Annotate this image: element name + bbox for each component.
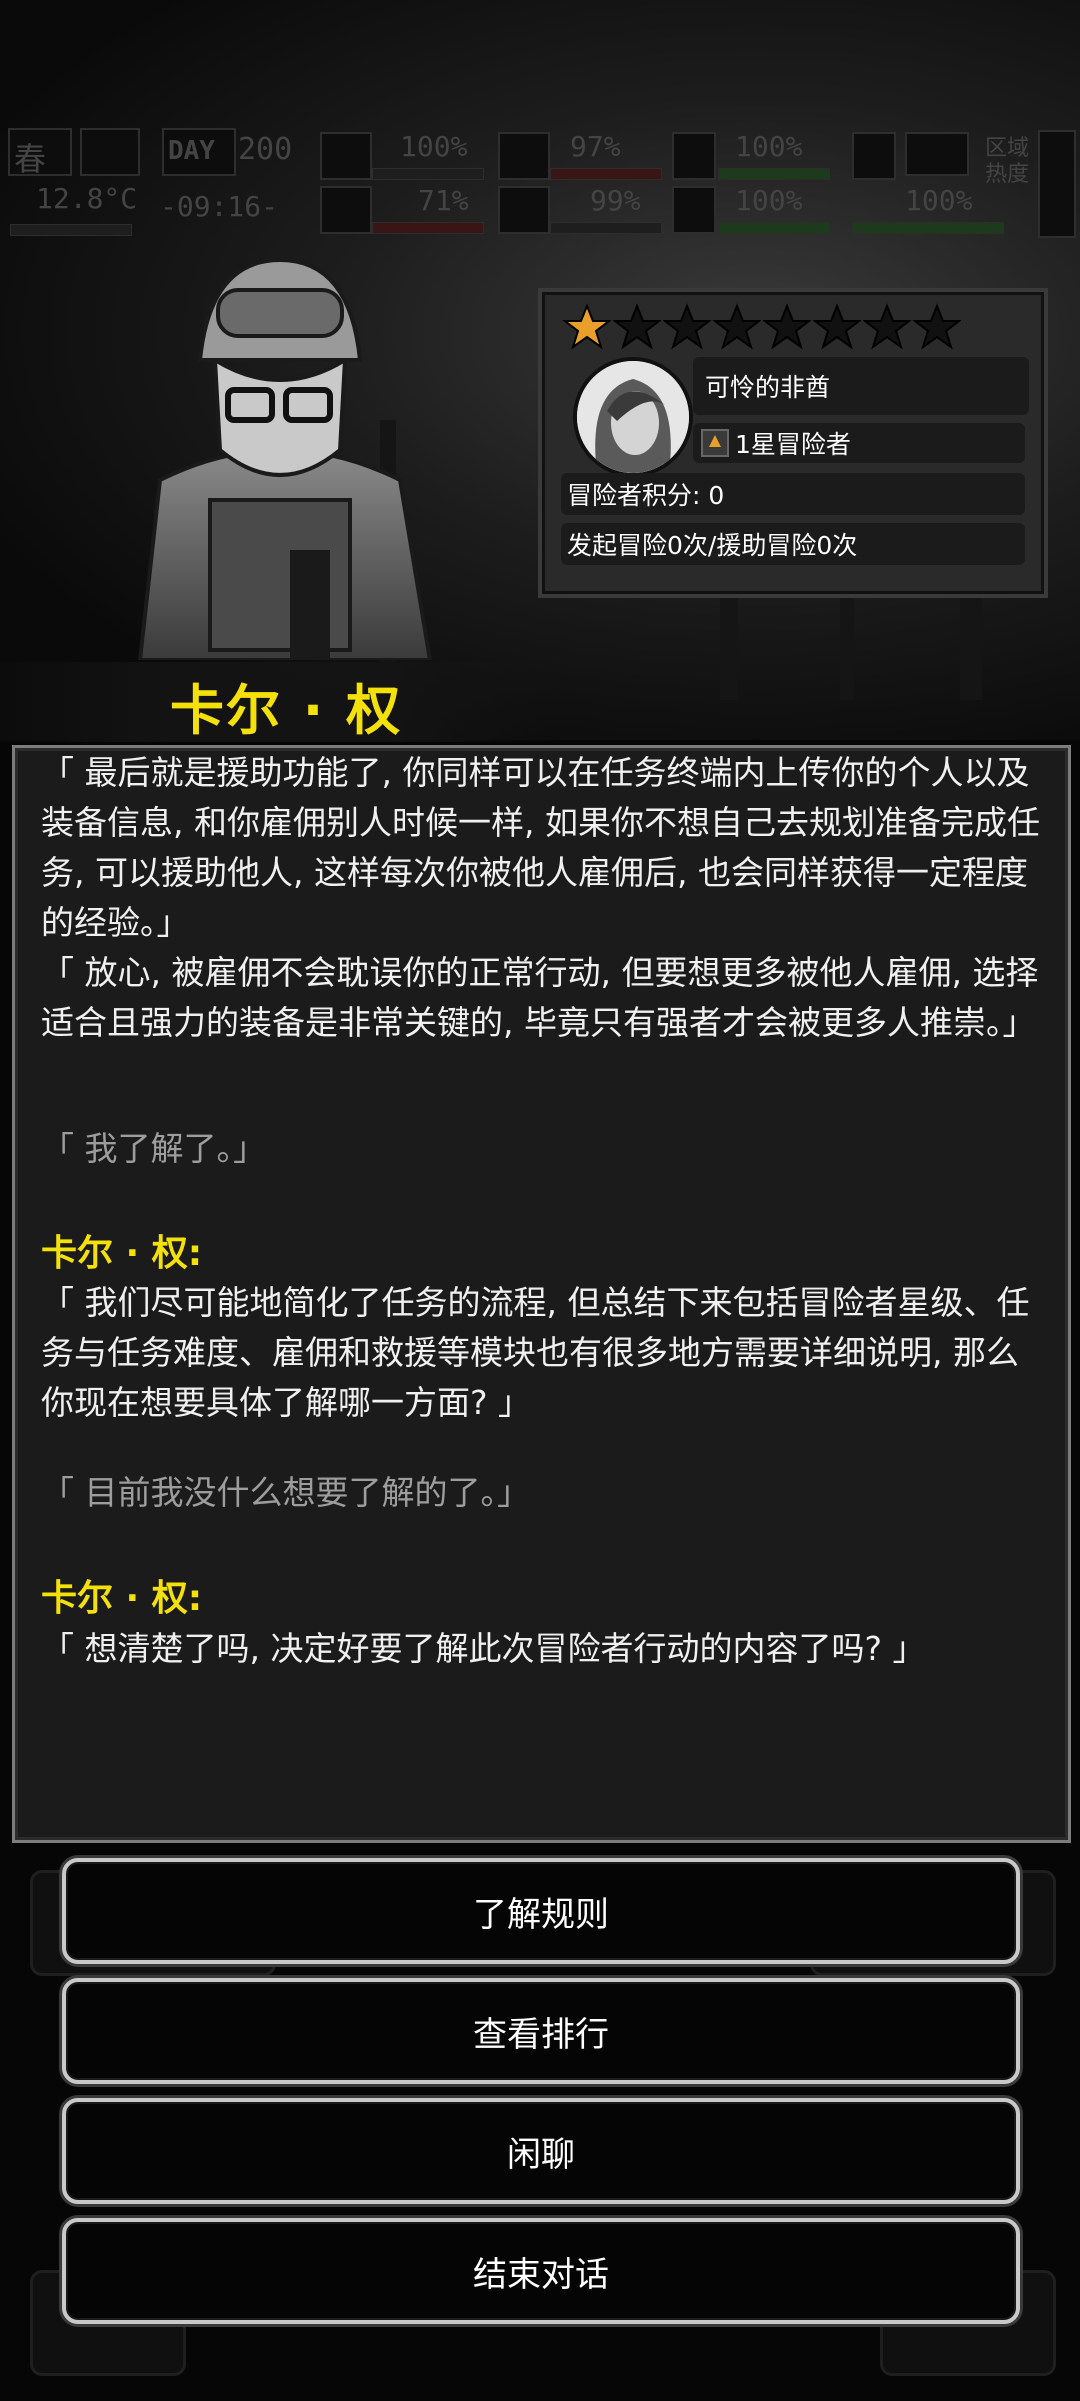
dialog-box[interactable]: 「 最后就是援助功能了, 你同样可以在任务终端内上传你的个人以及装备信息, 和你… [12, 745, 1071, 1843]
dialog-npc-line: 「 最后就是援助功能了, 你同样可以在任务终端内上传你的个人以及装备信息, 和你… [41, 753, 1040, 942]
player-info-card: 可怜的非酋 1星冒险者 冒险者积分: 0 发起冒险0次/援助冒险0次 [542, 292, 1044, 594]
stamina-value: 100% [905, 184, 973, 217]
end-dialog-label: 结束对话 [473, 2254, 609, 2295]
season-label: 春 [14, 140, 47, 178]
star-empty-icon [613, 303, 661, 350]
dialog-npc-line: 「 想清楚了吗, 决定好要了解此次冒险者行动的内容了吗? 」 [41, 1629, 926, 1668]
heart-bar [718, 222, 830, 234]
avatar-portrait-icon [577, 361, 689, 473]
battery-value: 100% [735, 130, 803, 163]
star-empty-icon [713, 303, 761, 350]
temperature-bar [10, 224, 132, 236]
medkit-icon [320, 132, 372, 180]
learn-rules-button[interactable]: 了解规则 [62, 1858, 1020, 1964]
star-empty-icon [763, 303, 811, 350]
view-ranking-label: 查看排行 [473, 2014, 609, 2055]
dialog-npc-line: 「 我们尽可能地简化了任务的流程, 但总结下来包括冒险者星级、任务与任务难度、雇… [41, 1283, 1030, 1422]
learn-rules-label: 了解规则 [473, 1894, 609, 1935]
chat-button[interactable]: 闲聊 [62, 2098, 1020, 2204]
dialog-player-reply: 「 我了解了。」 [41, 1129, 266, 1168]
dialog-npc-line: 「 放心, 被雇佣不会耽误你的正常行动, 但要想更多被他人雇佣, 选择适合且强力… [41, 953, 1039, 1042]
player-rank-plate: 1星冒险者 [693, 423, 1025, 463]
npc-portrait [137, 257, 433, 660]
sanity-value: 71% [418, 184, 469, 217]
chat-label: 闲聊 [507, 2134, 575, 2175]
thirst-value: 99% [590, 184, 641, 217]
player-name: 可怜的非酋 [705, 373, 831, 402]
flask-icon [852, 132, 896, 180]
dialog-player-reply: 「 目前我没什么想要了解的了。」 [41, 1473, 530, 1512]
stamina-bar [852, 222, 1004, 234]
score-row: 冒险者积分: 0 [561, 473, 1025, 515]
rank-badge-icon [701, 429, 729, 457]
star-empty-icon [863, 303, 911, 350]
stomach-icon [498, 132, 550, 180]
end-dialog-button[interactable]: 结束对话 [62, 2218, 1020, 2324]
health-value: 100% [400, 130, 468, 163]
dialog-speaker-name: 卡尔 · 权: [41, 1578, 203, 1619]
water-drop-icon [498, 186, 550, 234]
battery-icon [672, 132, 716, 180]
player-avatar [573, 357, 693, 477]
star-empty-icon [813, 303, 861, 350]
npc-name: 卡尔 · 权 [170, 679, 403, 742]
day-box: DAY [162, 128, 236, 176]
brain-icon [320, 186, 372, 234]
heart-icon [672, 186, 716, 234]
clock-time: -09:16- [160, 190, 279, 223]
star-filled-icon [563, 303, 611, 350]
day-label: DAY [168, 136, 215, 166]
status-hud: 春 DAY 200 12.8°C -09:16- 100% 97% 100% 区… [0, 120, 1080, 240]
hunger-value: 97% [570, 130, 621, 163]
season-box: 春 [8, 128, 72, 178]
adventurer-score: 冒险者积分: 0 [567, 481, 725, 510]
player-rank: 1星冒险者 [735, 430, 851, 459]
hunger-bar [550, 168, 662, 180]
day-counter: 200 [238, 132, 293, 167]
battery-bar [718, 168, 830, 180]
heart-value: 100% [735, 184, 803, 217]
health-bar [372, 168, 484, 180]
region-heat-bar [1038, 130, 1076, 238]
region-heat-label: 区域 热度 [985, 136, 1030, 187]
temperature: 12.8°C [36, 182, 138, 215]
rank-stars [563, 303, 961, 351]
weather-icon [80, 128, 140, 176]
view-ranking-button[interactable]: 查看排行 [62, 1978, 1020, 2084]
adventure-count-row: 发起冒险0次/援助冒险0次 [561, 523, 1025, 565]
thirst-bar [550, 222, 662, 234]
signal-icon [905, 132, 969, 176]
dialog-speaker-name: 卡尔 · 权: [41, 1233, 203, 1274]
star-empty-icon [913, 303, 961, 350]
player-name-plate: 可怜的非酋 [693, 357, 1029, 415]
adventure-count: 发起冒险0次/援助冒险0次 [567, 531, 858, 560]
star-empty-icon [663, 303, 711, 350]
sanity-bar [372, 222, 484, 234]
